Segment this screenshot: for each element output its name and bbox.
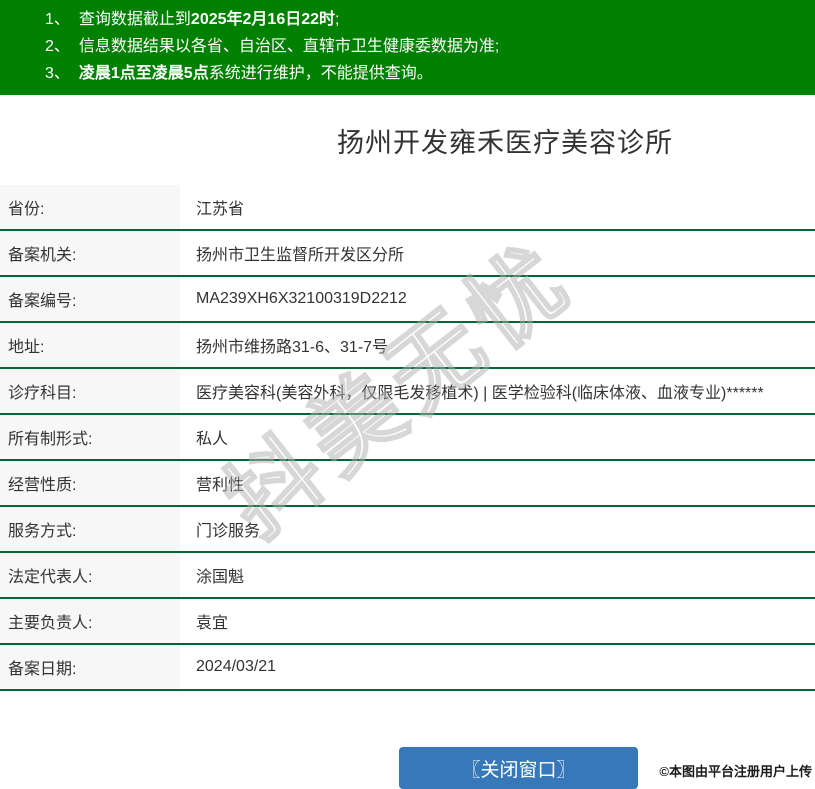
row-value: 营利性 xyxy=(196,477,245,494)
table-row: 备案机关: 扬州市卫生监督所开发区分所 xyxy=(0,231,815,277)
notice-text-segment: 凌晨1点至凌晨5点 xyxy=(78,65,209,82)
table-row: 备案编号: MA239XH6X32100319D2212 xyxy=(0,277,815,323)
row-value: 私人 xyxy=(196,431,229,448)
table-row: 诊疗科目: 医疗美容科(美容外科，仅限毛发移植术) | 医学检验科(临床体液、血液… xyxy=(0,369,815,415)
row-value: 2024/03/21 xyxy=(196,658,277,675)
row-label: 备案机关: xyxy=(0,231,180,275)
table-row: 法定代表人: 涂国魁 xyxy=(0,553,815,599)
row-value: 涂国魁 xyxy=(196,569,245,586)
row-label: 备案编号: xyxy=(0,277,180,321)
copyright-stamp: ©本图由平台注册用户上传 xyxy=(659,764,812,779)
row-label: 主要负责人: xyxy=(0,599,180,643)
notice-line-number: 2、 xyxy=(45,38,70,55)
row-label: 所有制形式: xyxy=(0,415,180,459)
close-window-button[interactable]: 〖关闭窗口〗 xyxy=(399,747,638,789)
row-label: 地址: xyxy=(0,323,180,367)
table-row: 主要负责人: 袁宜 xyxy=(0,599,815,645)
page-title: 扬州开发雍禾医疗美容诊所 xyxy=(337,128,673,158)
notice-banner: 1、 查询数据截止到2025年2月16日22时; 2、 信息数据结果以各省、自治区、直… xyxy=(0,0,815,95)
row-value: 袁宜 xyxy=(196,615,229,632)
row-label: 服务方式: xyxy=(0,507,180,551)
row-label: 备案日期: xyxy=(0,645,180,689)
notice-line-number: 3、 xyxy=(45,65,70,82)
row-value: 门诊服务 xyxy=(196,523,261,540)
row-value: MA239XH6X32100319D2212 xyxy=(196,290,407,307)
notice-line: 1、 查询数据截止到2025年2月16日22时; xyxy=(45,6,805,33)
notice-text-segment: ; xyxy=(335,11,340,28)
table-row: 地址: 扬州市维扬路31-6、31-7号 xyxy=(0,323,815,369)
row-label: 法定代表人: xyxy=(0,553,180,597)
notice-line-number: 1、 xyxy=(45,11,70,28)
table-row: 所有制形式: 私人 xyxy=(0,415,815,461)
row-label: 省份: xyxy=(0,185,180,229)
notice-text-segment: 信息数据结果以各省、自治区、直辖市卫生健康委数据为准; xyxy=(78,38,500,55)
row-value: 医疗美容科(美容外科，仅限毛发移植术) | 医学检验科(临床体液、血液专业)**… xyxy=(196,385,764,402)
row-label: 经营性质: xyxy=(0,461,180,505)
notice-line: 3、 凌晨1点至凌晨5点系统进行维护，不能提供查询。 xyxy=(45,60,805,87)
notice-text-segment: 2025年2月16日22时 xyxy=(190,11,336,28)
row-value: 扬州市维扬路31-6、31-7号 xyxy=(196,339,389,356)
table-row: 服务方式: 门诊服务 xyxy=(0,507,815,553)
row-value: 江苏省 xyxy=(196,201,245,218)
row-value: 扬州市卫生监督所开发区分所 xyxy=(196,247,405,264)
row-label: 诊疗科目: xyxy=(0,369,180,413)
table-row: 经营性质: 营利性 xyxy=(0,461,815,507)
notice-text-segment: 查询数据截止到 xyxy=(78,11,191,28)
notice-text-segment: 系统进行维护，不能提供查询。 xyxy=(208,65,433,82)
info-table: 省份: 江苏省 备案机关: 扬州市卫生监督所开发区分所 备案编号: MA239XH6X32… xyxy=(0,185,815,691)
notice-line: 2、 信息数据结果以各省、自治区、直辖市卫生健康委数据为准; xyxy=(45,33,805,60)
table-row: 备案日期: 2024/03/21 xyxy=(0,645,815,691)
table-row: 省份: 江苏省 xyxy=(0,185,815,231)
